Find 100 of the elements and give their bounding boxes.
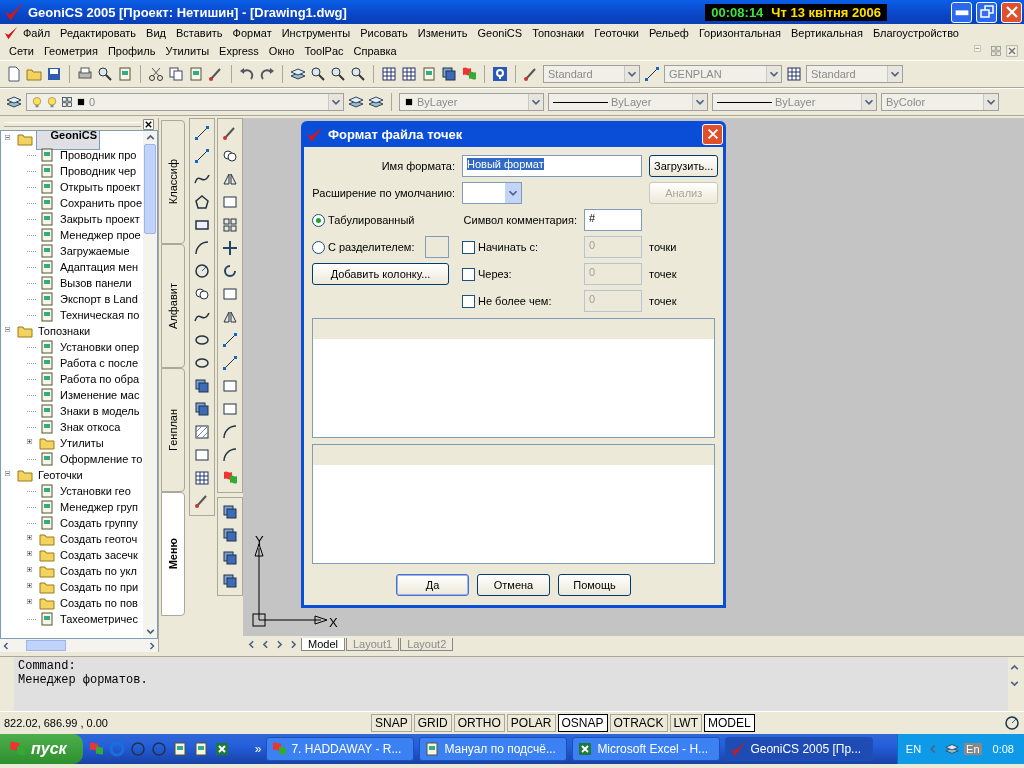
side-tab[interactable]: Классиф	[161, 120, 185, 244]
tree-item[interactable]: Знак откоса	[58, 421, 123, 433]
side-tab[interactable]: Алфавит	[161, 244, 185, 368]
tree-item[interactable]: Топознаки	[36, 325, 93, 337]
tree-item[interactable]: Открыть проект	[58, 181, 143, 193]
status-toggle[interactable]: LWT	[669, 714, 702, 732]
line-icon[interactable]	[194, 125, 210, 141]
status-toggle[interactable]: ORTHO	[453, 714, 505, 732]
delimiter-field[interactable]	[425, 236, 450, 258]
mirror-icon[interactable]	[222, 309, 238, 325]
arc-icon[interactable]	[222, 447, 238, 463]
squares-icon[interactable]	[222, 217, 238, 233]
status-toggle[interactable]: OTRACK	[609, 714, 668, 732]
spreadsheet-icon[interactable]	[213, 741, 230, 757]
ellipse-icon[interactable]	[194, 332, 210, 348]
arc-icon[interactable]	[222, 424, 238, 440]
print-icon[interactable]	[77, 66, 93, 82]
menu-item[interactable]: Топознаки	[527, 27, 590, 39]
mirror-icon[interactable]	[222, 171, 238, 187]
menu-item[interactable]: Геометрия	[38, 45, 103, 57]
redo-icon[interactable]	[259, 66, 275, 82]
preview-icon[interactable]	[97, 66, 113, 82]
undo-icon[interactable]	[239, 66, 255, 82]
frame-icon[interactable]	[222, 378, 238, 394]
frame-icon[interactable]	[222, 194, 238, 210]
stack-icon[interactable]	[222, 573, 238, 589]
table-style-icon[interactable]	[786, 66, 802, 82]
tree-item[interactable]: Установки опер	[58, 341, 142, 353]
status-toggle[interactable]: SNAP	[371, 714, 412, 732]
command-window[interactable]: Command: Менеджер форматов.	[14, 657, 1008, 711]
tree-item[interactable]: Вызов панели	[58, 277, 134, 289]
flag-icon[interactable]	[222, 470, 238, 486]
menu-item[interactable]: Рельеф	[643, 27, 694, 39]
move-icon[interactable]	[222, 240, 238, 256]
frame-icon[interactable]	[194, 447, 210, 463]
ellipse-icon[interactable]	[194, 355, 210, 371]
tree-item[interactable]: Сохранить прое	[58, 197, 143, 209]
checkbox[interactable]	[462, 294, 475, 308]
status-toggle[interactable]: POLAR	[506, 714, 556, 732]
language-indicator[interactable]: En	[964, 743, 982, 755]
extension-dropdown[interactable]	[462, 182, 522, 204]
copy-icon[interactable]	[168, 66, 184, 82]
menu-item[interactable]: Формат	[227, 27, 277, 39]
tree-item[interactable]: Изменение мас	[58, 389, 142, 401]
taskbar-button[interactable]: Microsoft Excel - Н...	[572, 737, 721, 761]
rotate-icon[interactable]	[222, 263, 238, 279]
hatch-icon[interactable]	[194, 424, 210, 440]
dialog-button[interactable]: Да	[396, 574, 469, 596]
brush-icon[interactable]	[222, 125, 238, 141]
tree-item[interactable]: Геоточки	[36, 469, 85, 481]
close-button[interactable]	[1001, 1, 1022, 23]
close-button[interactable]	[702, 123, 723, 145]
format-name-field[interactable]: Новый формат	[462, 155, 642, 177]
brush-icon[interactable]	[194, 493, 210, 509]
polygon-icon[interactable]	[194, 194, 210, 210]
arc-icon[interactable]	[194, 240, 210, 256]
menu-item[interactable]: Инструменты	[276, 27, 356, 39]
frame-icon[interactable]	[222, 401, 238, 417]
tree-item[interactable]: Утилиты	[58, 437, 106, 449]
status-toggle[interactable]: OSNAP	[557, 714, 608, 732]
scroll-thumb[interactable]	[144, 144, 156, 234]
menu-item[interactable]: Рисовать	[355, 27, 413, 39]
layout-tab[interactable]: Model	[301, 637, 345, 651]
drawing-canvas[interactable]	[243, 118, 1024, 636]
layers-icon[interactable]	[6, 94, 22, 110]
tree-item[interactable]: Создать группу	[58, 517, 140, 529]
circle-icon[interactable]	[194, 263, 210, 279]
stack-icon[interactable]	[222, 504, 238, 520]
grid-icon[interactable]	[194, 470, 210, 486]
menu-item[interactable]: Express	[214, 45, 264, 57]
menu-item[interactable]: Геоточки	[589, 27, 644, 39]
tree-item[interactable]: Закрыть проект	[58, 213, 142, 225]
menu-item[interactable]: GeoniCS	[472, 27, 528, 39]
scrollbar[interactable]	[143, 131, 157, 638]
comment-symbol-field[interactable]: #	[584, 209, 642, 231]
tree-item[interactable]: Создать по укл	[58, 565, 139, 577]
stack-icon[interactable]	[222, 550, 238, 566]
menu-item[interactable]: Горизонтальная	[693, 27, 786, 39]
zoom-icon[interactable]	[310, 66, 326, 82]
chevron[interactable]: »	[254, 742, 262, 756]
menu-item[interactable]: Сети	[4, 45, 39, 57]
side-tab[interactable]: Генплан	[161, 368, 185, 492]
taskbar-button[interactable]: 7. HADDAWAY - R...	[266, 737, 415, 761]
checkbox[interactable]	[462, 240, 475, 254]
tree-item[interactable]: Оформление то	[58, 453, 143, 465]
help-icon[interactable]	[492, 66, 508, 82]
cut-icon[interactable]	[148, 66, 164, 82]
menu-item[interactable]: Вид	[141, 27, 171, 39]
tree-item[interactable]: Проводник про	[58, 149, 139, 161]
line-icon[interactable]	[222, 332, 238, 348]
tree-item[interactable]: Создать по при	[58, 581, 141, 593]
tree-item[interactable]: Работа по обра	[58, 373, 142, 385]
menu-item[interactable]: Редактировать	[55, 27, 142, 39]
scroll-thumb[interactable]	[26, 640, 66, 651]
stack-icon[interactable]	[194, 401, 210, 417]
tree-item[interactable]: Менеджер груп	[58, 501, 140, 513]
brush-icon[interactable]	[208, 66, 224, 82]
scrollbar[interactable]	[0, 639, 158, 652]
line-icon[interactable]	[222, 355, 238, 371]
tree-item[interactable]: Проводник чер	[58, 165, 139, 177]
